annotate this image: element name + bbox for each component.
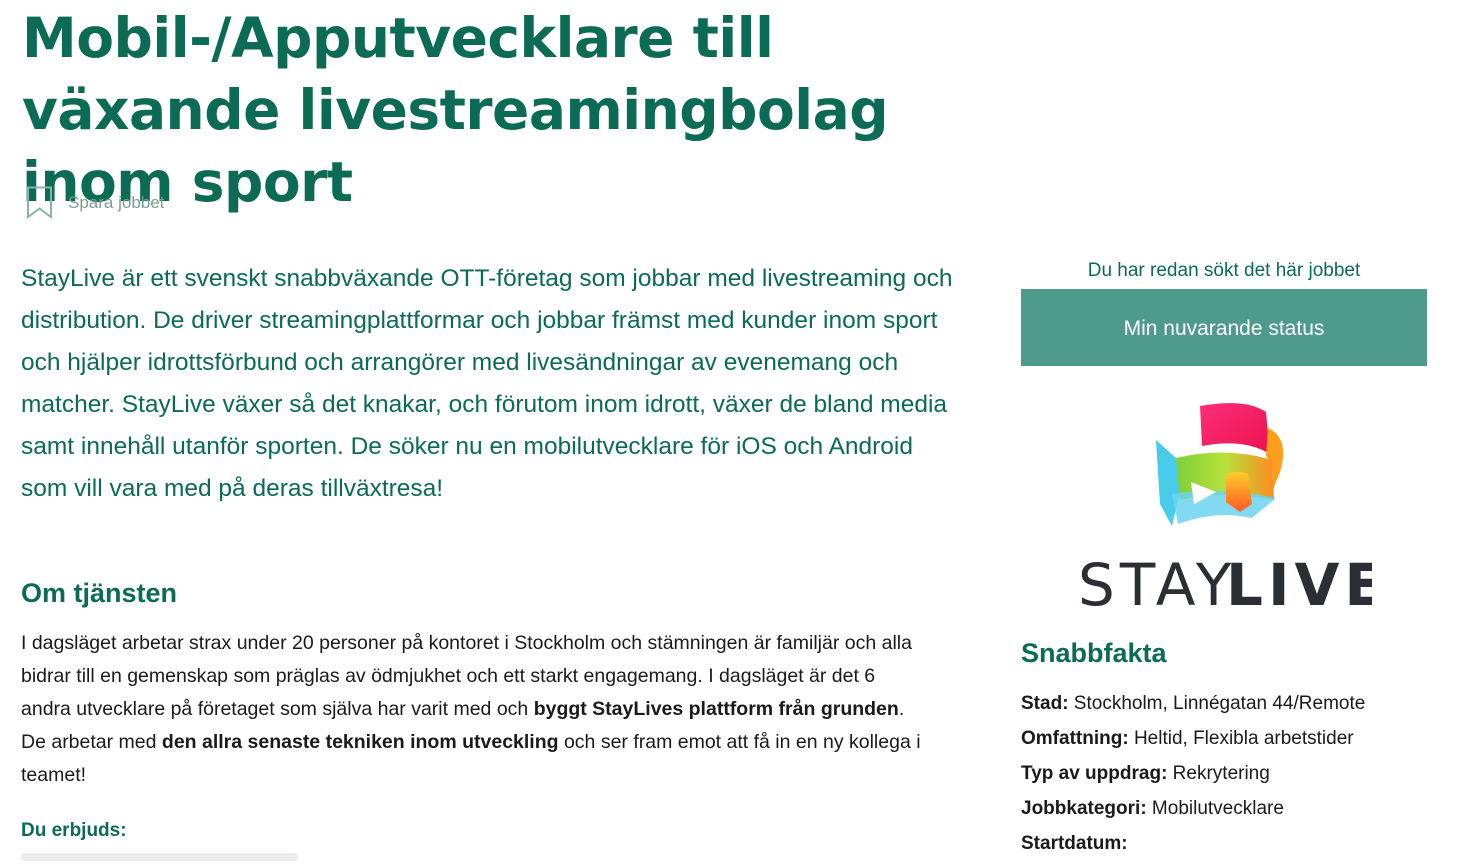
bookmark-icon — [26, 186, 53, 219]
save-job-label: Spara jobbet — [68, 192, 165, 212]
fact-city: Stad: Stockholm, Linnégatan 44/Remote — [1021, 693, 1366, 714]
logo-text-stay: STAY — [1078, 551, 1236, 615]
quick-facts-list: Stad: Stockholm, Linnégatan 44/Remote Om… — [1021, 690, 1461, 865]
staylive-logo: STAY LIVE — [1078, 403, 1372, 615]
fact-value: Stockholm, Linnégatan 44/Remote — [1073, 693, 1366, 714]
description-bold: den allra senaste tekniken inom utveckli… — [161, 731, 559, 753]
fact-key: Stad — [1021, 693, 1063, 714]
job-title: Mobil-/Apputvecklare till växande livest… — [22, 6, 889, 214]
job-intro: StayLive är ett svenskt snabbväxande OTT… — [21, 265, 953, 502]
fact-key: Omfattning — [1021, 728, 1123, 749]
fact-value: Heltid, Flexibla arbetstider — [1133, 728, 1354, 749]
applied-notice: Du har redan sökt det här jobbet — [1087, 260, 1361, 281]
save-job-button[interactable]: Spara jobbet — [26, 186, 164, 219]
fact-key: Typ av uppdrag — [1021, 763, 1162, 784]
fact-start-date: Startdatum: — [1021, 833, 1128, 854]
logo-text-live: LIVE — [1226, 551, 1372, 615]
fact-value: Rekrytering — [1172, 763, 1270, 784]
fact-assignment-type: Typ av uppdrag: Rekrytering — [1021, 763, 1270, 784]
current-status-button[interactable]: Min nuvarande status — [1021, 289, 1427, 366]
content-divider — [21, 853, 298, 861]
fact-key: Jobbkategori — [1021, 798, 1141, 819]
fact-scope: Omfattning: Heltid, Flexibla arbetstider — [1021, 728, 1354, 749]
fact-category: Jobbkategori: Mobilutvecklare — [1021, 798, 1284, 819]
job-description: I dagsläget arbetar strax under 20 perso… — [21, 627, 926, 792]
section-title-about: Om tjänsten — [21, 578, 178, 608]
description-bold: byggt StayLives plattform från grunden — [533, 698, 899, 720]
quick-facts-title: Snabbfakta — [1021, 638, 1167, 668]
fact-value: Mobilutvecklare — [1151, 798, 1284, 819]
offer-title: Du erbjuds: — [21, 820, 127, 841]
fact-key: Startdatum — [1021, 833, 1122, 854]
